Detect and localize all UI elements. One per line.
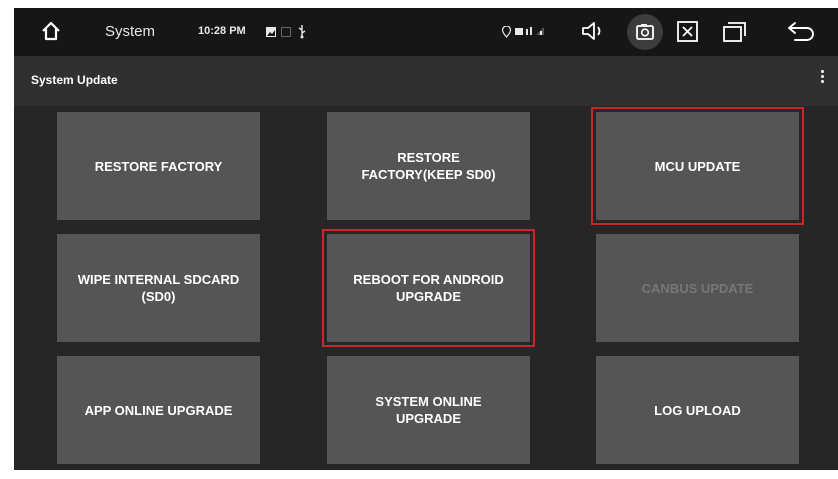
signal-icon xyxy=(515,26,545,37)
reboot-for-android-upgrade-button[interactable]: REBOOT FOR ANDROID UPGRADE xyxy=(322,229,535,347)
mcu-update-button[interactable]: MCU UPDATE xyxy=(591,107,804,225)
update-options-grid: RESTORE FACTORY RESTORE FACTORY(KEEP SD0… xyxy=(14,106,838,470)
restore-factory-button[interactable]: RESTORE FACTORY xyxy=(57,112,260,220)
system-online-upgrade-button[interactable]: SYSTEM ONLINE UPGRADE xyxy=(327,356,530,464)
restore-factory-keep-sd0-button[interactable]: RESTORE FACTORY(KEEP SD0) xyxy=(327,112,530,220)
device-screen: System 10:28 PM System Update RESTORE FA… xyxy=(14,8,838,470)
app-name: System xyxy=(105,23,156,40)
recents-icon[interactable] xyxy=(723,21,747,42)
back-icon[interactable] xyxy=(787,21,815,42)
log-upload-button[interactable]: LOG UPLOAD xyxy=(596,356,799,464)
more-vert-icon[interactable] xyxy=(818,68,826,92)
canbus-update-button[interactable]: CANBUS UPDATE xyxy=(596,234,799,342)
volume-icon[interactable] xyxy=(581,20,605,42)
page-title: System Update xyxy=(31,73,118,87)
app-online-upgrade-button[interactable]: APP ONLINE UPGRADE xyxy=(57,356,260,464)
home-icon[interactable] xyxy=(40,20,62,42)
status-bar: System 10:28 PM xyxy=(14,8,838,56)
image-icon xyxy=(266,27,276,37)
sd-card-icon xyxy=(281,27,291,37)
location-icon xyxy=(502,26,511,38)
close-icon[interactable] xyxy=(677,21,698,42)
camera-icon[interactable] xyxy=(627,14,663,50)
app-bar: System Update xyxy=(14,56,838,106)
status-time: 10:28 PM xyxy=(198,25,246,37)
wipe-internal-sdcard-button[interactable]: WIPE INTERNAL SDCARD (SD0) xyxy=(57,234,260,342)
usb-icon xyxy=(297,25,307,39)
